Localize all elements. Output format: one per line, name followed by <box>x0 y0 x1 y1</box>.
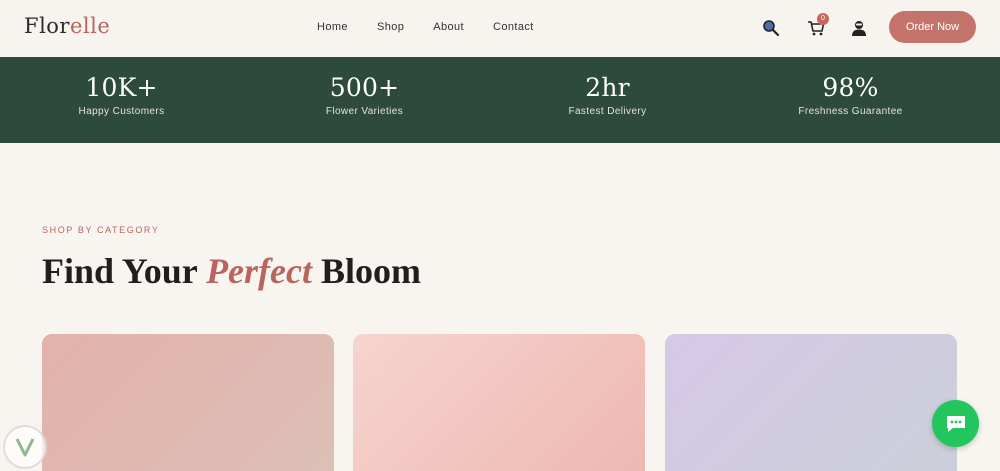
stats-bar: 10K+ Happy Customers 500+ Flower Varieti… <box>0 57 1000 143</box>
category-card[interactable] <box>42 334 334 471</box>
heading-end: Bloom <box>312 251 422 291</box>
stat-value: 98% <box>822 73 879 102</box>
main-nav: Home Shop About Contact <box>317 21 534 33</box>
category-card[interactable] <box>665 334 957 471</box>
user-icon[interactable] <box>848 17 870 39</box>
logo[interactable]: Florelle <box>24 14 110 38</box>
category-card[interactable] <box>353 334 645 471</box>
stat-customers: 10K+ Happy Customers <box>0 57 243 143</box>
stat-value: 10K+ <box>85 73 158 102</box>
stat-freshness: 98% Freshness Guarantee <box>729 57 972 143</box>
chat-button[interactable] <box>932 400 979 447</box>
stat-label: Freshness Guarantee <box>798 106 903 117</box>
nav-contact[interactable]: Contact <box>493 21 534 33</box>
nav-shop[interactable]: Shop <box>377 21 404 33</box>
cart-icon[interactable]: 0 <box>805 13 829 39</box>
stat-varieties: 500+ Flower Varieties <box>243 57 486 143</box>
stat-value: 500+ <box>329 73 400 102</box>
watermark-logo-icon <box>3 425 47 469</box>
heading-start: Find Your <box>42 251 207 291</box>
section-eyebrow: SHOP BY CATEGORY <box>42 225 160 235</box>
nav-home[interactable]: Home <box>317 21 348 33</box>
stat-value: 2hr <box>585 73 630 102</box>
heading-emphasis: Perfect <box>206 251 312 291</box>
header-icons: 0 <box>760 13 870 39</box>
site-header: Florelle Home Shop About Contact 0 Order… <box>0 0 1000 57</box>
search-icon[interactable] <box>760 17 782 39</box>
section-heading: Find Your Perfect Bloom <box>42 250 421 292</box>
stat-delivery: 2hr Fastest Delivery <box>486 57 729 143</box>
nav-about[interactable]: About <box>433 21 464 33</box>
logo-main: Flor <box>24 14 70 38</box>
cart-count-badge: 0 <box>817 13 829 25</box>
order-now-button[interactable]: Order Now <box>889 11 976 43</box>
stat-label: Flower Varieties <box>325 106 404 117</box>
stat-label: Fastest Delivery <box>568 106 647 117</box>
logo-accent: elle <box>69 14 111 38</box>
chat-icon <box>946 415 965 432</box>
stat-label: Happy Customers <box>78 106 165 117</box>
